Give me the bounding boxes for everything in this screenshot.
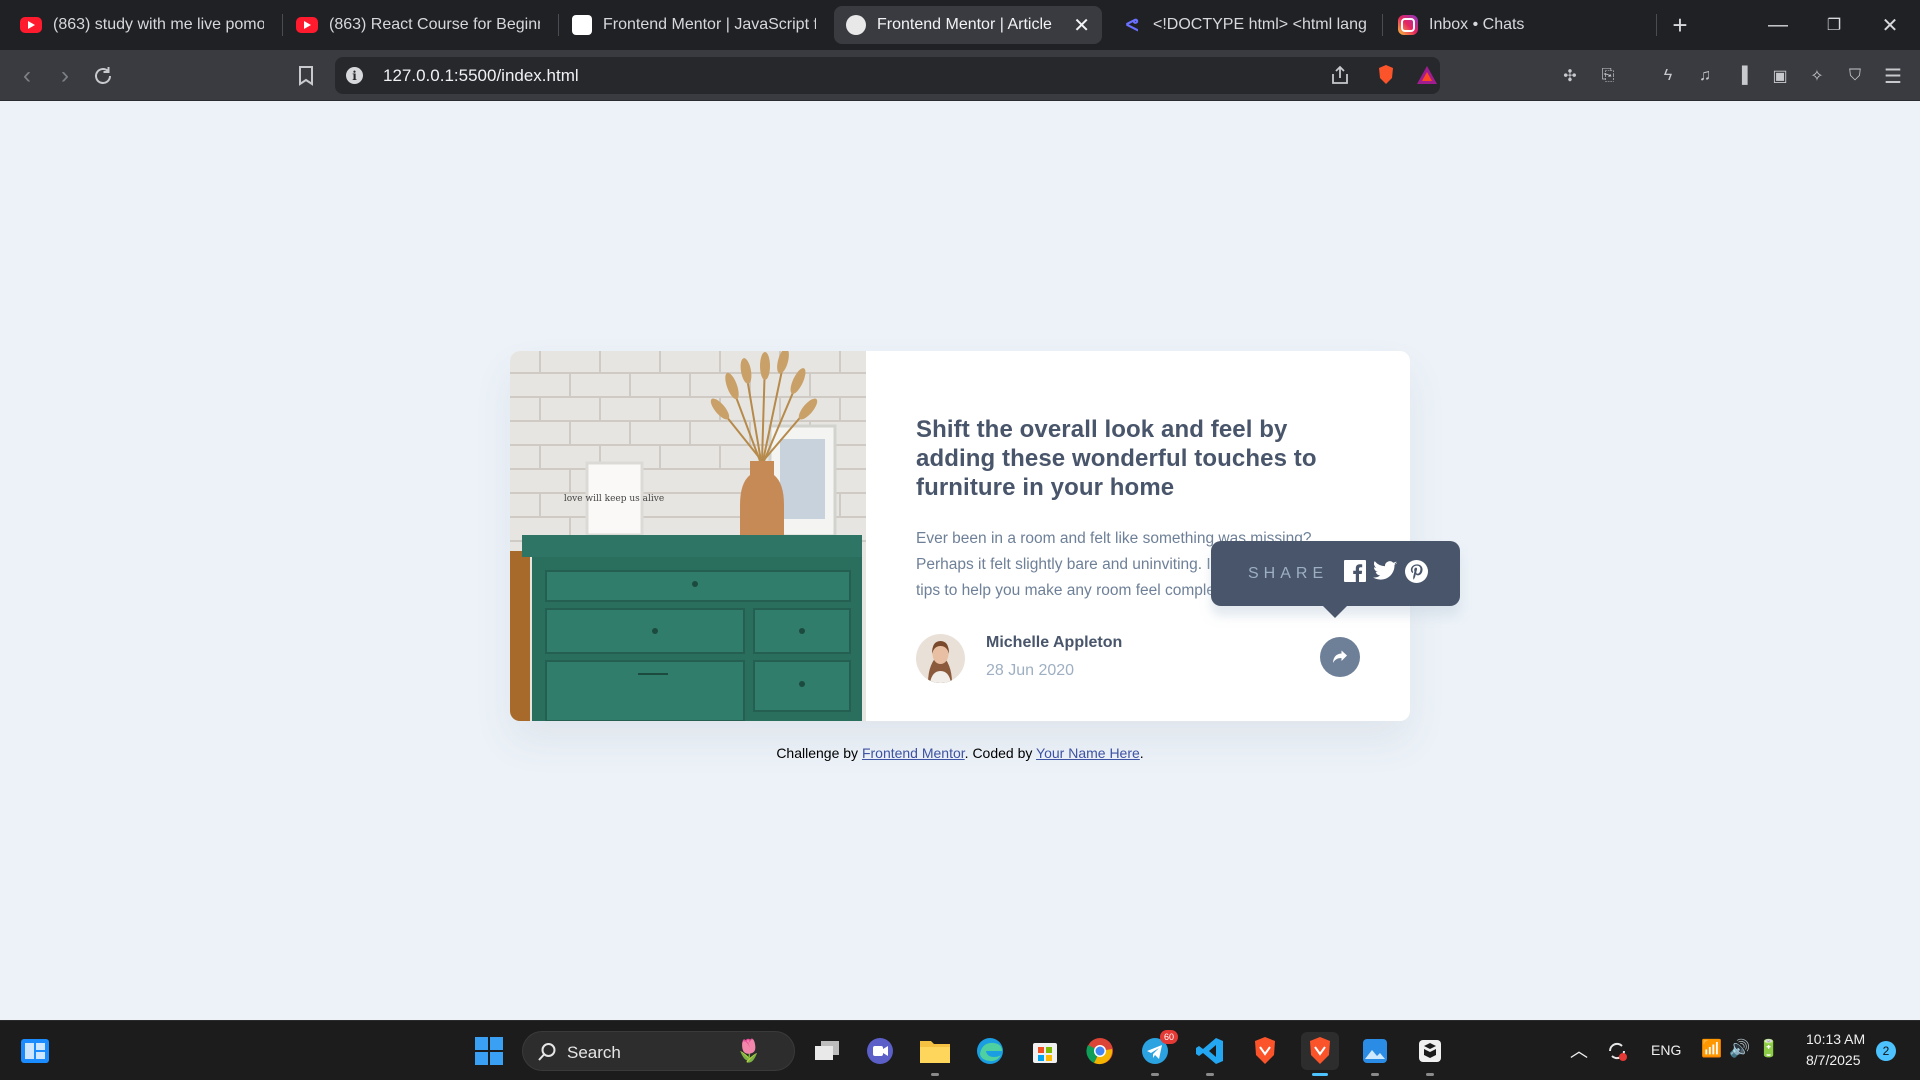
author-name: Michelle Appleton <box>986 634 1123 651</box>
author-link[interactable]: Your Name Here <box>1036 745 1140 761</box>
start-button[interactable] <box>470 1032 508 1070</box>
tab-study-with-me[interactable]: (863) study with me live pomodo <box>8 6 276 44</box>
minimize-button[interactable]: — <box>1758 8 1798 42</box>
tab-frontend-mentor-article[interactable]: Frontend Mentor | Article pr ✕ <box>834 6 1102 44</box>
share-page-icon[interactable] <box>1325 60 1355 90</box>
forward-icon[interactable]: › <box>50 61 80 91</box>
brave-active-icon[interactable] <box>1301 1032 1339 1076</box>
twitter-icon[interactable] <box>1373 560 1397 584</box>
photos-icon[interactable] <box>1356 1032 1394 1076</box>
running-indicator <box>1206 1073 1214 1076</box>
running-indicator <box>931 1073 939 1076</box>
share-button[interactable] <box>1320 637 1360 677</box>
app-icon[interactable] <box>1411 1032 1449 1076</box>
speedreader-icon[interactable]: ϟ <box>1653 61 1683 91</box>
notification-badge[interactable]: 2 <box>1876 1041 1896 1061</box>
leo-ai-icon[interactable]: ✧ <box>1802 61 1832 91</box>
search-icon <box>538 1043 556 1061</box>
drawers-image: love will keep us alive <box>510 351 866 721</box>
microsoft-store-icon[interactable] <box>1026 1032 1064 1070</box>
url-text[interactable]: 127.0.0.1:5500/index.html <box>383 66 579 86</box>
author-block: Michelle Appleton 28 Jun 2020 <box>916 632 1356 684</box>
sync-icon[interactable] <box>1600 1032 1634 1070</box>
media-icon[interactable]: ♫ <box>1690 61 1720 91</box>
facebook-icon[interactable] <box>1344 560 1368 584</box>
restore-button[interactable]: ❐ <box>1814 8 1854 42</box>
telegram-icon[interactable]: 60 <box>1136 1030 1178 1076</box>
wallet-icon[interactable]: ▣ <box>1765 61 1795 91</box>
telegram-badge: 60 <box>1160 1030 1178 1044</box>
language-indicator[interactable]: ENG <box>1651 1042 1681 1058</box>
tab-separator <box>558 14 559 36</box>
brave-shields-icon[interactable] <box>1371 60 1401 90</box>
brave-icon[interactable] <box>1246 1032 1284 1070</box>
extensions-icon[interactable]: ✣ <box>1555 61 1585 91</box>
site-info-icon[interactable]: i <box>346 67 363 84</box>
volume-icon[interactable]: 🔊 <box>1729 1039 1750 1059</box>
address-bar[interactable]: i 127.0.0.1:5500/index.html <box>335 57 1440 94</box>
article-title: Shift the overall look and feel by addin… <box>916 416 1317 501</box>
tab-instagram[interactable]: Inbox • Chats <box>1386 6 1654 44</box>
wifi-icon[interactable]: 📶 <box>1701 1039 1722 1059</box>
edge-icon[interactable] <box>971 1032 1009 1070</box>
attribution: Challenge by Frontend Mentor. Coded by Y… <box>776 745 1144 761</box>
instagram-icon <box>1398 15 1418 35</box>
teams-chat-icon[interactable] <box>861 1032 899 1070</box>
widgets-icon[interactable] <box>16 1032 54 1070</box>
running-indicator <box>1151 1073 1159 1076</box>
menu-icon[interactable]: ☰ <box>1878 61 1908 91</box>
publish-date: 28 Jun 2020 <box>986 662 1075 679</box>
frontend-mentor-link[interactable]: Frontend Mentor <box>862 745 965 761</box>
vscode-icon[interactable] <box>1191 1032 1229 1076</box>
youtube-icon <box>296 17 318 33</box>
brave-rewards-icon[interactable] <box>1412 60 1442 90</box>
taskbar: Search 🌷 60 ︿ ENG 📶 🔊 🔋 10:13 AM 8/7/202… <box>0 1020 1920 1080</box>
tray-overflow-icon[interactable]: ︿ <box>1570 1037 1588 1063</box>
tab-separator <box>1656 14 1657 36</box>
browser-toolbar: ‹ › i 127.0.0.1:5500/index.html ✣ ⎘ ϟ ♫ … <box>0 50 1920 101</box>
youtube-icon <box>20 17 42 33</box>
frontend-mentor-icon <box>572 15 592 35</box>
clock-time[interactable]: 10:13 AM <box>1806 1031 1865 1047</box>
search-highlight-icon: 🌷 <box>735 1038 763 1063</box>
battery-icon[interactable]: 🔋 <box>1758 1039 1779 1059</box>
share-popover: SHARE <box>1211 541 1460 618</box>
new-tab-button[interactable]: + <box>1660 8 1700 42</box>
active-indicator <box>1312 1073 1328 1076</box>
back-icon[interactable]: ‹ <box>12 61 42 91</box>
taskbar-search[interactable]: Search 🌷 <box>522 1031 795 1071</box>
running-indicator <box>1426 1073 1434 1076</box>
file-explorer-icon[interactable] <box>916 1032 954 1076</box>
close-window-button[interactable]: ✕ <box>1870 8 1910 42</box>
task-view-icon[interactable] <box>808 1032 846 1070</box>
reader-mode-icon[interactable]: ⎘ <box>1593 61 1623 91</box>
tab-codepen[interactable]: ᕙ <!DOCTYPE html> <html lang= <box>1110 6 1378 44</box>
bookmark-icon[interactable] <box>291 61 321 91</box>
reload-icon[interactable] <box>88 61 118 91</box>
codepen-icon: ᕙ <box>1125 14 1139 35</box>
chrome-icon[interactable] <box>1081 1032 1119 1070</box>
pinterest-icon[interactable] <box>1405 560 1429 584</box>
avatar <box>916 634 965 683</box>
clock-date[interactable]: 8/7/2025 <box>1806 1052 1861 1068</box>
sidebar-icon[interactable]: ▐ <box>1727 61 1757 91</box>
tab-frontend-mentor-js[interactable]: Frontend Mentor | JavaScript fun <box>560 6 828 44</box>
running-indicator <box>1371 1073 1379 1076</box>
vpn-icon[interactable]: ⛉ <box>1840 61 1870 91</box>
close-tab-icon[interactable]: ✕ <box>1073 13 1090 38</box>
tab-separator <box>282 14 283 36</box>
share-label: SHARE <box>1248 565 1329 582</box>
frame-text: love will keep us alive <box>564 494 664 504</box>
browser-tab-bar: (863) study with me live pomodo (863) Re… <box>0 0 1920 50</box>
tab-react-course[interactable]: (863) React Course for Beginners <box>284 6 552 44</box>
frontend-mentor-icon <box>846 15 866 35</box>
tab-separator <box>1382 14 1383 36</box>
article-card: love will keep us alive Shift the overal… <box>510 351 1410 721</box>
share-arrow-icon <box>1333 650 1347 663</box>
